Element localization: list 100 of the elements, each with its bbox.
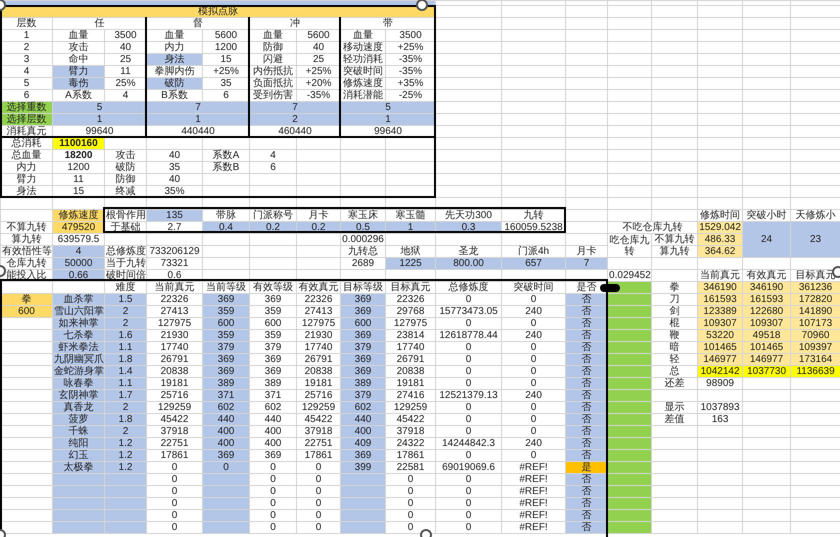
table-cell: 0	[436, 294, 502, 306]
table-cell: 389	[202, 378, 250, 390]
table-cell: 35	[146, 162, 202, 174]
table-cell: 九转总	[340, 246, 386, 258]
table-cell: 40	[146, 174, 202, 186]
table-cell: 九转	[502, 210, 566, 222]
table-cell: 0	[250, 522, 296, 534]
table-cell: 11	[52, 174, 104, 186]
table-cell: 1042142	[698, 366, 743, 378]
table-cell: 400	[202, 426, 250, 438]
table-cell: 血杀掌	[52, 294, 104, 306]
table-cell: 400	[250, 438, 296, 450]
table-cell: 0	[202, 462, 250, 474]
table-cell: 240	[502, 306, 566, 318]
table-cell: 109307	[698, 318, 743, 330]
table-cell: 53220	[698, 330, 743, 342]
table-cell: 0	[502, 366, 566, 378]
table-cell: 600	[340, 318, 386, 330]
table-cell: 37918	[386, 426, 436, 438]
table-cell: 25716	[296, 390, 340, 402]
table-cell: 突破时间	[502, 282, 566, 294]
table-cell: 七杀拳	[52, 330, 104, 342]
table-cell: 7	[250, 102, 340, 114]
table-cell: 0	[296, 462, 340, 474]
table-cell: 70960	[790, 330, 840, 342]
table-cell: 纯阳	[52, 438, 104, 450]
table-cell: 486.33	[698, 234, 743, 246]
table-cell: 系数B	[202, 162, 250, 174]
table-cell: 有效真元	[296, 282, 340, 294]
table-cell: 差值	[652, 414, 698, 426]
table-cell: 0	[296, 474, 340, 486]
table-cell: 破防	[146, 78, 202, 90]
table-cell: 1136639	[790, 366, 840, 378]
table-cell: 0	[502, 342, 566, 354]
table-cell: 层数	[0, 18, 52, 30]
table-cell: 389	[250, 378, 296, 390]
table-cell: 如来神掌	[52, 318, 104, 330]
table-cell: 369	[202, 366, 250, 378]
table-cell: 攻击	[104, 150, 146, 162]
table-cell: 369	[340, 306, 386, 318]
table-cell: 602	[250, 402, 296, 414]
table-cell: 22751	[296, 438, 340, 450]
table-cell: 369	[340, 294, 386, 306]
table-cell: 109397	[790, 342, 840, 354]
table-cell: 5	[52, 102, 146, 114]
table-cell: 0	[436, 486, 502, 498]
table-cell: 27416	[386, 390, 436, 402]
table-cell: 37918	[146, 426, 202, 438]
table-cell: 当前真元	[146, 282, 202, 294]
table-cell: 算九转	[0, 234, 52, 246]
table-cell: 346190	[698, 282, 743, 294]
table-cell: 22326	[386, 294, 436, 306]
table-cell: 0	[502, 402, 566, 414]
table-cell: 369	[250, 294, 296, 306]
table-cell: 0	[386, 474, 436, 486]
table-cell: 21930	[296, 330, 340, 342]
table-cell: 有效等级	[250, 282, 296, 294]
table-cell: 369	[250, 366, 296, 378]
table-cell: 有效悟性等	[0, 246, 52, 258]
table-cell: 240	[502, 438, 566, 450]
table-cell: 361236	[790, 282, 840, 294]
table-cell: 18200	[52, 150, 104, 162]
table-cell: 防御	[104, 174, 146, 186]
table-cell: 不算九转	[0, 222, 52, 234]
table-cell: 当于九转	[104, 258, 146, 270]
table-cell: 玄阴神掌	[52, 390, 104, 402]
table-cell: 0	[296, 486, 340, 498]
table-cell: 7	[146, 102, 250, 114]
table-cell: 破时间倍	[104, 270, 146, 282]
table-cell: 15773473.05	[436, 306, 502, 318]
table-cell: 2	[0, 42, 52, 54]
table-cell: 不吃仓库九转	[608, 222, 698, 234]
table-cell: 369	[202, 294, 250, 306]
table-cell: 0	[250, 510, 296, 522]
table-cell: 真香龙	[52, 402, 104, 414]
table-cell: 0	[436, 378, 502, 390]
table-cell: 6	[250, 162, 296, 174]
table-cell: 369	[250, 450, 296, 462]
table-cell: 0	[502, 414, 566, 426]
table-cell: 369	[340, 366, 386, 378]
table-cell: 40	[146, 150, 202, 162]
table-cell: 总修炼度	[436, 282, 502, 294]
table-cell: 还差	[652, 378, 698, 390]
table-cell: +25%	[386, 42, 436, 54]
table-cell: 0	[436, 366, 502, 378]
table-cell: 400	[202, 438, 250, 450]
table-cell: 攻击	[52, 42, 104, 54]
table-cell: 19181	[386, 378, 436, 390]
table-cell: 0	[436, 510, 502, 522]
table-cell: 129259	[386, 402, 436, 414]
table-cell: 45422	[386, 414, 436, 426]
table-cell: 172820	[790, 294, 840, 306]
table-cell: 101465	[742, 342, 791, 354]
table-cell: 369	[202, 450, 250, 462]
table-cell: 0	[436, 342, 502, 354]
table-cell: 咏春拳	[52, 378, 104, 390]
table-cell: 12521379.13	[436, 390, 502, 402]
table-cell: 0.000296	[340, 234, 386, 246]
table-cell: 22326	[146, 294, 202, 306]
table-cell: #REF!	[502, 510, 566, 522]
